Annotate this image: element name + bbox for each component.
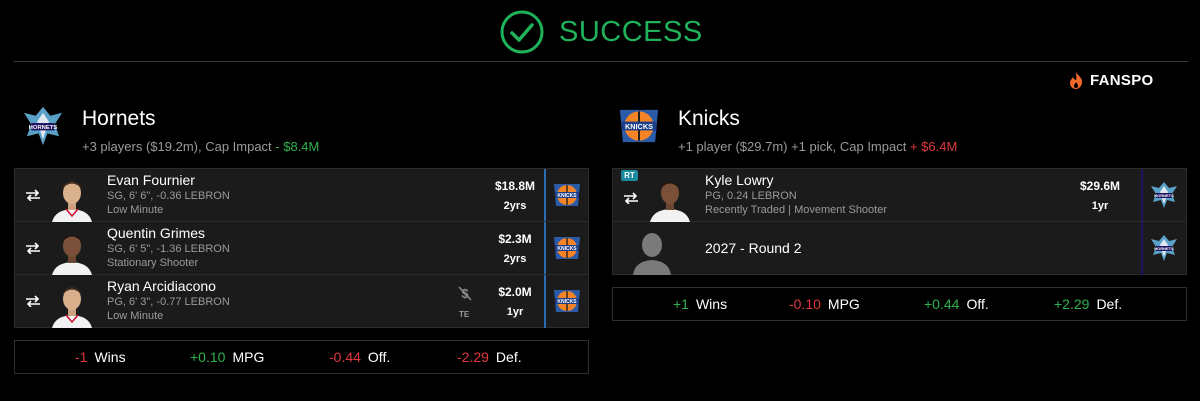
stat-mpg: -0.10 MPG [789, 296, 860, 312]
stat-def: +2.29 Def. [1054, 296, 1122, 312]
player-headshot [645, 172, 695, 222]
brand[interactable]: FANSPO [1068, 70, 1153, 90]
player-name[interactable]: Quentin Grimes [107, 225, 205, 241]
stat-value: +2.29 [1054, 296, 1090, 312]
summary-text: +1 player ($29.7m) +1 pick, Cap Impact [678, 139, 907, 154]
outgoing-assets-knicks: RT Kyle Lowry PG, 0.24 LEBRON Recently T… [612, 168, 1187, 275]
stat-value: -1 [75, 349, 88, 365]
stat-label: Def. [1096, 296, 1123, 312]
contract-years: 2yrs [503, 200, 527, 212]
player-row[interactable]: Ryan Arcidiacono PG, 6' 3", -0.77 LEBRON… [15, 275, 588, 328]
cap-impact: + $6.4M [909, 139, 958, 154]
player-note: Stationary Shooter [107, 257, 199, 269]
stat-label: Wins [94, 349, 126, 365]
player-salary: $2.0M [498, 285, 532, 299]
player-headshot [47, 278, 97, 328]
player-row[interactable]: RT Kyle Lowry PG, 0.24 LEBRON Recently T… [613, 169, 1186, 222]
stat-wins: -1 Wins [75, 349, 126, 365]
player-name[interactable]: Ryan Arcidiacono [107, 278, 216, 294]
player-name[interactable]: Evan Fournier [107, 172, 195, 188]
team-header-hornets: Hornets +3 players ($19.2m), Cap Impact … [18, 104, 578, 160]
stat-value: -0.10 [789, 296, 821, 312]
summary-text: +3 players ($19.2m), Cap Impact [82, 139, 272, 154]
stat-mpg: +0.10 MPG [190, 349, 264, 365]
player-info: PG, 0.24 LEBRON [705, 190, 797, 202]
stat-value: +0.44 [924, 296, 960, 312]
stat-value: -0.44 [329, 349, 361, 365]
impact-stats-knicks: +1 Wins -0.10 MPG +0.44 Off. +2.29 Def. [612, 287, 1187, 321]
no-dollar-icon: $ [458, 286, 472, 301]
destination-bar [1141, 169, 1143, 221]
team-header-knicks: Knicks +1 player ($29.7m) +1 pick, Cap I… [614, 104, 1174, 160]
knicks-logo-icon [614, 104, 664, 148]
pick-row[interactable]: 2027 - Round 2 [613, 222, 1186, 275]
stat-value: -2.29 [457, 349, 489, 365]
result-header: SUCCESS [0, 0, 1200, 62]
destination-bar [1141, 222, 1143, 275]
swap-icon[interactable] [623, 192, 639, 204]
team-name: Hornets [82, 107, 156, 130]
stat-off: +0.44 Off. [924, 296, 989, 312]
outgoing-players-hornets: Evan Fournier SG, 6' 6", -0.36 LEBRON Lo… [14, 168, 589, 328]
stat-value: +1 [673, 296, 689, 312]
swap-icon[interactable] [25, 189, 41, 201]
player-info: SG, 6' 6", -0.36 LEBRON [107, 190, 230, 202]
team-summary: +1 player ($29.7m) +1 pick, Cap Impact +… [678, 139, 957, 154]
success-banner: SUCCESS [500, 10, 703, 54]
impact-stats-hornets: -1 Wins +0.10 MPG -0.44 Off. -2.29 Def. [14, 340, 589, 374]
team-name: Knicks [678, 107, 740, 130]
stat-label: MPG [827, 296, 860, 312]
destination-bar [544, 275, 546, 328]
hornets-logo-icon [18, 104, 68, 148]
player-salary: $18.8M [494, 179, 536, 193]
knicks-logo-icon [550, 233, 584, 263]
trade-exception-badge: TE [459, 310, 470, 319]
player-row[interactable]: Evan Fournier SG, 6' 6", -0.36 LEBRON Lo… [15, 169, 588, 222]
draft-pick-label[interactable]: 2027 - Round 2 [705, 240, 802, 256]
contract-years: 2yrs [503, 253, 527, 265]
player-note: Low Minute [107, 204, 164, 216]
stat-label: Def. [495, 349, 522, 365]
stat-label: MPG [232, 349, 265, 365]
stat-off: -0.44 Off. [329, 349, 390, 365]
brand-name: FANSPO [1090, 71, 1154, 89]
player-row[interactable]: Quentin Grimes SG, 6' 5", -1.36 LEBRON S… [15, 222, 588, 275]
stat-label: Off. [966, 296, 989, 312]
hornets-logo-icon [1147, 180, 1181, 210]
swap-icon[interactable] [25, 295, 41, 307]
stat-wins: +1 Wins [673, 296, 727, 312]
player-note: Recently Traded | Movement Shooter [705, 204, 888, 216]
stat-label: Wins [695, 296, 728, 312]
contract-years: 1yr [1091, 200, 1109, 212]
team-summary: +3 players ($19.2m), Cap Impact - $8.4M [82, 139, 319, 154]
placeholder-avatar [627, 225, 677, 275]
header-divider [14, 61, 1188, 62]
hornets-logo-icon [1147, 233, 1181, 263]
cap-impact: - $8.4M [275, 139, 320, 154]
check-circle-icon [500, 10, 544, 54]
swap-icon[interactable] [25, 242, 41, 254]
destination-bar [544, 222, 546, 274]
stat-def: -2.29 Def. [457, 349, 522, 365]
player-headshot [47, 225, 97, 275]
player-salary: $2.3M [498, 232, 532, 246]
player-info: SG, 6' 5", -1.36 LEBRON [107, 243, 230, 255]
flame-icon [1070, 71, 1082, 89]
contract-years: 1yr [506, 306, 524, 318]
player-salary: $29.6M [1079, 179, 1121, 193]
player-headshot [47, 172, 97, 222]
destination-bar [544, 169, 546, 221]
stat-label: Off. [367, 349, 391, 365]
player-name[interactable]: Kyle Lowry [705, 172, 773, 188]
knicks-logo-icon [550, 286, 584, 316]
knicks-logo-icon [550, 180, 584, 210]
success-label: SUCCESS [559, 15, 703, 48]
player-info: PG, 6' 3", -0.77 LEBRON [107, 296, 230, 308]
recently-traded-badge: RT [621, 170, 638, 181]
stat-value: +0.10 [190, 349, 226, 365]
player-note: Low Minute [107, 310, 164, 322]
